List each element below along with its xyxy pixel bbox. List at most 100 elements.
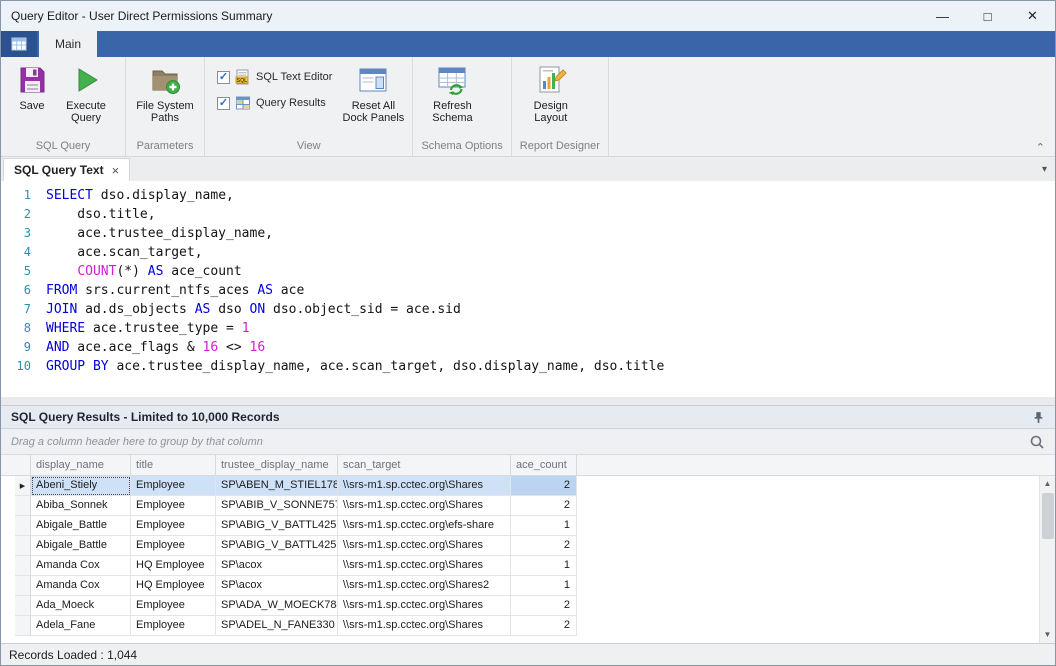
grid-cell-scan_target[interactable]: \\srs-m1.sp.cctec.org\Shares [338,536,511,556]
grid-cell-display_name[interactable]: Amanda Cox [31,576,131,596]
vertical-scrollbar[interactable]: ▲ ▼ [1039,476,1055,643]
line-number: 3 [1,224,31,243]
table-row[interactable]: Abigale_BattleEmployeeSP\ABIG_V_BATTL425… [1,536,1055,556]
grid-cell-display_name[interactable]: Adela_Fane [31,616,131,636]
tab-close-icon[interactable]: × [112,164,120,177]
search-icon[interactable] [1029,434,1045,450]
grid-cell-scan_target[interactable]: \\srs-m1.sp.cctec.org\Shares [338,476,511,496]
file-system-paths-button[interactable]: File System Paths [134,61,196,124]
pin-icon[interactable] [1032,411,1045,424]
grid-cell-title[interactable]: Employee [131,516,216,536]
ribbon-collapse-button[interactable]: ⌃ [1036,141,1045,154]
check-icon: ✓ [219,98,228,109]
grid-cell-title[interactable]: HQ Employee [131,556,216,576]
column-header-title[interactable]: title [131,455,216,475]
svg-text:SQL: SQL [237,78,248,84]
table-row[interactable]: Adela_FaneEmployeeSP\ADEL_N_FANE330\\srs… [1,616,1055,636]
table-row[interactable]: Abigale_BattleEmployeeSP\ABIG_V_BATTL425… [1,516,1055,536]
column-header-ace_count[interactable]: ace_count [511,455,577,475]
grid-cell-ace_count[interactable]: 1 [511,576,577,596]
group-sql-query: Save Execute Query SQL Query [1,57,126,156]
grid-cell-title[interactable]: HQ Employee [131,576,216,596]
scroll-down-icon[interactable]: ▼ [1040,627,1055,643]
column-header-display_name[interactable]: display_name [31,455,131,475]
window-controls: — □ ✕ [920,1,1055,31]
check-icon: ✓ [219,72,228,83]
line-number: 4 [1,243,31,262]
reset-dock-panels-button[interactable]: Reset All Dock Panels [342,61,404,124]
checkbox-query-results[interactable]: ✓ [217,97,230,110]
grid-cell-trustee_display_name[interactable]: SP\ADA_W_MOECK784 [216,596,338,616]
grid-cell-display_name[interactable]: Abiba_Sonnek [31,496,131,516]
play-icon [70,64,102,96]
tab-main[interactable]: Main [39,31,97,57]
grid-cell-trustee_display_name[interactable]: SP\acox [216,576,338,596]
design-layout-button[interactable]: Design Layout [520,61,582,124]
grid-cell-ace_count[interactable]: 2 [511,536,577,556]
grid-cell-trustee_display_name[interactable]: SP\ABIG_V_BATTL425 [216,516,338,536]
tab-sql-query-text[interactable]: SQL Query Text × [3,158,130,181]
grid-cell-ace_count[interactable]: 2 [511,496,577,516]
code-lines: 1SELECT dso.display_name,2 dso.title,3 a… [1,186,1055,376]
panel-splitter[interactable] [1,397,1055,405]
grid-cell-display_name[interactable]: Ada_Moeck [31,596,131,616]
line-number: 6 [1,281,31,300]
query-results-toggle[interactable]: ✓ Query Results [217,95,332,111]
grid-cell-trustee_display_name[interactable]: SP\acox [216,556,338,576]
row-indicator [15,596,31,616]
grid-cell-trustee_display_name[interactable]: SP\ADEL_N_FANE330 [216,616,338,636]
grid-cell-display_name[interactable]: Abigale_Battle [31,536,131,556]
line-number: 1 [1,186,31,205]
column-header-scan_target[interactable]: scan_target [338,455,511,475]
maximize-button[interactable]: □ [965,1,1010,31]
code-line: 5 COUNT(*) AS ace_count [1,262,1055,281]
checkbox-sql-text-editor[interactable]: ✓ [217,71,230,84]
grid-cell-title[interactable]: Employee [131,496,216,516]
document-tab-bar: SQL Query Text × ▾ [1,157,1055,181]
grid-cell-ace_count[interactable]: 2 [511,476,577,496]
grid-cell-trustee_display_name[interactable]: SP\ABIG_V_BATTL425 [216,536,338,556]
ribbon-tabstrip: Main [1,31,1055,57]
table-row[interactable]: Amanda CoxHQ EmployeeSP\acox\\srs-m1.sp.… [1,576,1055,596]
grid-cell-scan_target[interactable]: \\srs-m1.sp.cctec.org\Shares [338,496,511,516]
table-row[interactable]: Abiba_SonnekEmployeeSP\ABIB_V_SONNE757\\… [1,496,1055,516]
grid-cell-scan_target[interactable]: \\srs-m1.sp.cctec.org\Shares [338,596,511,616]
refresh-schema-button[interactable]: Refresh Schema [421,61,483,124]
grid-cell-ace_count[interactable]: 1 [511,556,577,576]
file-tab[interactable] [1,31,37,57]
grid-cell-ace_count[interactable]: 2 [511,596,577,616]
status-bar: Records Loaded : 1,044 [1,643,1055,665]
grid-cell-ace_count[interactable]: 1 [511,516,577,536]
sql-text-editor-toggle[interactable]: ✓ SQL SQL Text Editor [217,69,332,85]
group-by-bar[interactable]: Drag a column header here to group by th… [1,429,1055,455]
minimize-button[interactable]: — [920,1,965,31]
grid-cell-title[interactable]: Employee [131,536,216,556]
grid-cell-ace_count[interactable]: 2 [511,616,577,636]
table-row[interactable]: Ada_MoeckEmployeeSP\ADA_W_MOECK784\\srs-… [1,596,1055,616]
grid-cell-scan_target[interactable]: \\srs-m1.sp.cctec.org\Shares2 [338,576,511,596]
sql-text-editor-label: SQL Text Editor [256,71,332,83]
column-header-trustee_display_name[interactable]: trustee_display_name [216,455,338,475]
grid-cell-trustee_display_name[interactable]: SP\ABEN_M_STIEL178 [216,476,338,496]
table-row[interactable]: ▶Abeni_StielyEmployeeSP\ABEN_M_STIEL178\… [1,476,1055,496]
save-button[interactable]: Save [9,61,55,112]
grid-cell-trustee_display_name[interactable]: SP\ABIB_V_SONNE757 [216,496,338,516]
scroll-thumb[interactable] [1042,493,1054,539]
grid-cell-display_name[interactable]: Abeni_Stiely [31,476,131,496]
sql-editor[interactable]: 1SELECT dso.display_name,2 dso.title,3 a… [1,181,1055,397]
grid-cell-scan_target[interactable]: \\srs-m1.sp.cctec.org\Shares [338,616,511,636]
grid-cell-title[interactable]: Employee [131,616,216,636]
grid-cell-scan_target[interactable]: \\srs-m1.sp.cctec.org\efs-share [338,516,511,536]
grid-cell-title[interactable]: Employee [131,476,216,496]
grid-cell-title[interactable]: Employee [131,596,216,616]
close-button[interactable]: ✕ [1010,1,1055,31]
results-title: SQL Query Results - Limited to 10,000 Re… [11,410,280,424]
grid-cell-display_name[interactable]: Amanda Cox [31,556,131,576]
grid-cell-display_name[interactable]: Abigale_Battle [31,516,131,536]
grid-cell-scan_target[interactable]: \\srs-m1.sp.cctec.org\Shares [338,556,511,576]
scroll-up-icon[interactable]: ▲ [1040,476,1055,492]
tab-list-dropdown-icon[interactable]: ▾ [1034,164,1055,175]
execute-query-button[interactable]: Execute Query [55,61,117,124]
row-indicator [15,576,31,596]
table-row[interactable]: Amanda CoxHQ EmployeeSP\acox\\srs-m1.sp.… [1,556,1055,576]
